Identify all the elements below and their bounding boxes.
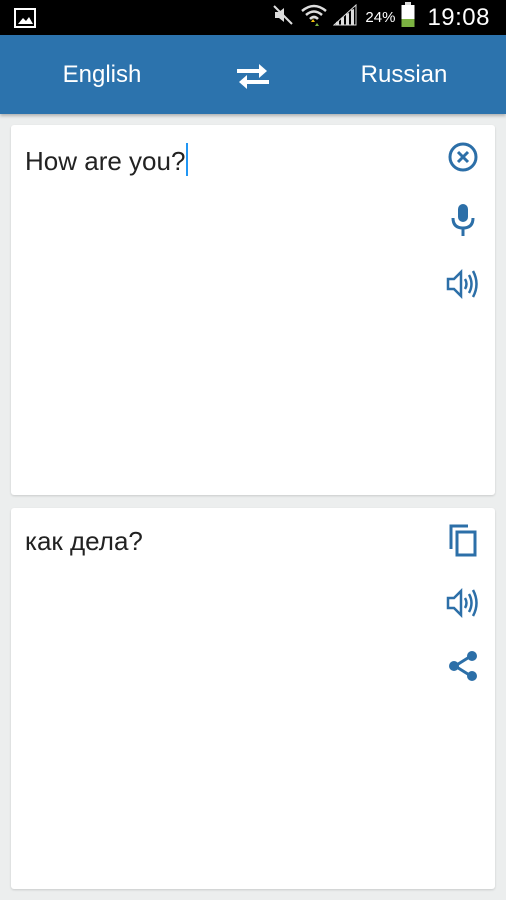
battery-percent: 24% [365,9,396,26]
battery-icon [401,2,415,33]
share-icon [449,651,477,681]
microphone-button[interactable] [443,200,483,240]
source-text: How are you? [25,146,186,176]
status-bar: 24% 19:08 [0,0,506,35]
target-language-selector[interactable]: Russian [314,35,494,114]
clear-button[interactable] [443,137,483,177]
wifi-icon [301,3,328,32]
swap-languages-button[interactable] [233,61,273,91]
speaker-icon [446,588,478,618]
speaker-icon [446,269,478,299]
swap-icon [237,64,269,89]
signal-icon [333,3,357,31]
clock: 19:08 [427,3,490,31]
source-speak-button[interactable] [443,264,483,304]
vibrate-mute-icon [271,3,295,32]
close-circle-icon [448,142,478,172]
share-button[interactable] [443,646,483,686]
app-bar: English Russian [0,35,506,114]
microphone-icon [451,204,475,236]
source-language-selector[interactable]: English [12,35,192,114]
source-text-input[interactable]: How are you? [25,143,189,177]
text-caret [186,143,189,176]
copy-icon [449,524,477,557]
source-input-card: How are you? [11,125,495,495]
translation-text: как дела? [25,526,143,556]
copy-button[interactable] [443,520,483,560]
translation-speak-button[interactable] [443,583,483,623]
gallery-icon [14,8,36,33]
translation-output-card: как дела? [11,508,495,889]
